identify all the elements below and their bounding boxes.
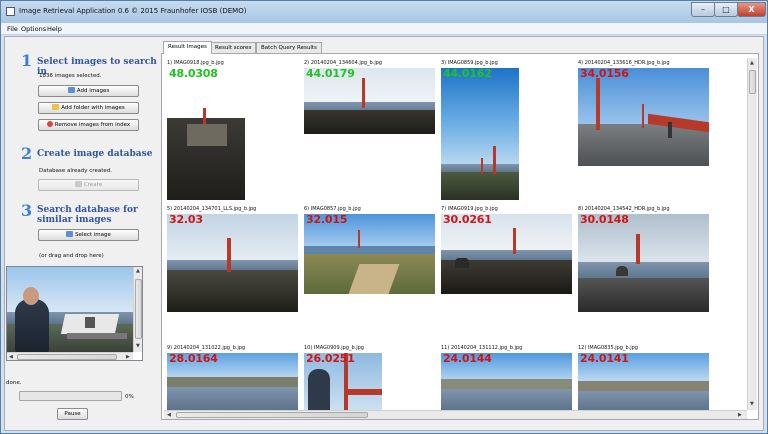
result-6-score: 32.015 — [306, 213, 348, 226]
database-status: Database already created. — [39, 168, 112, 174]
step-2-number: 2 — [21, 144, 33, 163]
menu-help[interactable]: Help — [47, 25, 62, 33]
step-2-title: Create image database — [37, 149, 153, 159]
preview-vertical-scrollbar[interactable]: ▲ ▼ — [133, 267, 142, 352]
result-3-label: 3) IMAG0859.jpg_b.jpg — [441, 60, 498, 66]
result-item-10[interactable]: 10) IMAG0909.jpg_b.jpg 26.0251 — [301, 343, 435, 411]
result-5-image[interactable] — [167, 214, 298, 312]
result-8-score: 30.0148 — [580, 213, 629, 226]
result-item-1[interactable]: 1) IMAG0918.jpg_b.jpg 48.0308 — [164, 58, 298, 203]
menu-options[interactable]: Options — [21, 25, 46, 33]
minimize-button[interactable]: – — [691, 2, 715, 17]
results-vertical-scrollbar[interactable]: ▲ ▼ — [747, 58, 757, 410]
window-title: Image Retrieval Application 0.6 © 2015 F… — [19, 7, 247, 15]
search-image-icon — [66, 231, 74, 237]
result-11-score: 24.0144 — [443, 352, 492, 365]
add-folder-button[interactable]: Add folder with images — [38, 102, 139, 114]
result-4-label: 4) 20140204_133616_HDR.jpg_b.jpg — [578, 60, 670, 66]
query-image-preview[interactable]: ▲ ▼ ◀ ▶ — [6, 266, 143, 361]
title-bar[interactable]: Image Retrieval Application 0.6 © 2015 F… — [1, 1, 767, 23]
result-5-score: 32.03 — [169, 213, 203, 226]
result-4-score: 34.0156 — [580, 67, 629, 80]
result-item-8[interactable]: 8) 20140204_134542_HDR.jpg_b.jpg 30.0148 — [575, 204, 709, 344]
result-8-image[interactable] — [578, 214, 709, 312]
result-2-label: 2) 20140204_134604.jpg_b.jpg — [304, 60, 383, 66]
result-1-image[interactable] — [167, 68, 245, 200]
progress-percent: 0% — [125, 394, 134, 400]
step-3-title: Search database for similar images — [37, 205, 138, 225]
images-selected-status: 1836 images selected. — [39, 73, 102, 79]
database-icon — [74, 181, 82, 187]
result-item-12[interactable]: 12) IMAG0835.jpg_b.jpg 24.0141 — [575, 343, 709, 411]
progress-bar — [19, 391, 122, 401]
result-item-9[interactable]: 9) 20140204_131022.jpg_b.jpg 28.0164 — [164, 343, 298, 411]
close-button[interactable]: X — [737, 2, 766, 17]
create-button[interactable]: Create — [38, 179, 139, 191]
results-horizontal-scrollbar[interactable]: ◀ ▶ — [164, 410, 747, 419]
remove-images-button[interactable]: Remove images from index — [38, 119, 139, 131]
results-grid: 1) IMAG0918.jpg_b.jpg 48.0308 2) 2014020… — [164, 58, 747, 411]
result-7-image[interactable] — [441, 214, 572, 294]
folder-icon — [52, 104, 60, 110]
result-item-5[interactable]: 5) 20140204_134701_LLS.jpg_b.jpg 32.03 — [164, 204, 298, 344]
menu-bar: File Options Help — [1, 23, 767, 35]
result-item-11[interactable]: 11) 20140204_131112.jpg_b.jpg 24.0144 — [438, 343, 572, 411]
result-1-label: 1) IMAG0918.jpg_b.jpg — [167, 60, 224, 66]
result-item-7[interactable]: 7) IMAG0919.jpg_b.jpg 30.0261 — [438, 204, 572, 344]
menu-file[interactable]: File — [7, 25, 18, 33]
result-11-label: 11) 20140204_131112.jpg_b.jpg — [441, 345, 523, 351]
result-item-6[interactable]: 6) IMAG0857.jpg_b.jpg 32.015 — [301, 204, 435, 344]
add-folder-label: Add folder with images — [61, 105, 125, 111]
tab-result-images[interactable]: Result Images — [163, 41, 212, 54]
result-item-2[interactable]: 2) 20140204_134604.jpg_b.jpg 44.0179 — [301, 58, 435, 203]
result-3-score: 44.0162 — [443, 67, 492, 80]
result-10-score: 26.0251 — [306, 352, 355, 365]
preview-horizontal-scrollbar[interactable]: ◀ ▶ — [7, 352, 133, 360]
remove-images-label: Remove images from index — [54, 122, 131, 128]
maximize-button[interactable]: □ — [714, 2, 738, 17]
result-4-image[interactable] — [578, 68, 709, 166]
query-image — [7, 267, 133, 352]
add-images-button[interactable]: Add images — [38, 85, 139, 97]
pause-button[interactable]: Pause — [57, 408, 88, 420]
result-3-image[interactable] — [441, 68, 519, 200]
result-5-label: 5) 20140204_134701_LLS.jpg_b.jpg — [167, 206, 257, 212]
app-window: Image Retrieval Application 0.6 © 2015 F… — [0, 0, 768, 434]
progress-status: done. — [6, 380, 22, 386]
result-10-label: 10) IMAG0909.jpg_b.jpg — [304, 345, 364, 351]
select-image-label: Select image — [75, 232, 111, 238]
create-label: Create — [83, 182, 103, 188]
result-6-label: 6) IMAG0857.jpg_b.jpg — [304, 206, 361, 212]
result-6-image[interactable] — [304, 214, 435, 294]
select-image-button[interactable]: Select image — [38, 229, 139, 241]
result-8-label: 8) 20140204_134542_HDR.jpg_b.jpg — [578, 206, 670, 212]
images-icon — [67, 87, 75, 93]
result-2-score: 44.0179 — [306, 67, 355, 80]
add-images-label: Add images — [76, 88, 110, 94]
step-3-number: 3 — [21, 201, 33, 220]
result-7-score: 30.0261 — [443, 213, 492, 226]
result-item-4[interactable]: 4) 20140204_133616_HDR.jpg_b.jpg 34.0156 — [575, 58, 709, 203]
result-item-3[interactable]: 3) IMAG0859.jpg_b.jpg 44.0162 — [438, 58, 572, 203]
remove-icon — [46, 121, 53, 127]
result-7-label: 7) IMAG0919.jpg_b.jpg — [441, 206, 498, 212]
result-12-label: 12) IMAG0835.jpg_b.jpg — [578, 345, 638, 351]
app-icon — [6, 7, 15, 16]
result-1-score: 48.0308 — [169, 67, 218, 80]
step-1-number: 1 — [21, 51, 33, 70]
result-9-score: 28.0164 — [169, 352, 218, 365]
drag-drop-hint: (or drag and drop here) — [39, 253, 104, 259]
result-9-label: 9) 20140204_131022.jpg_b.jpg — [167, 345, 246, 351]
result-12-score: 24.0141 — [580, 352, 629, 365]
